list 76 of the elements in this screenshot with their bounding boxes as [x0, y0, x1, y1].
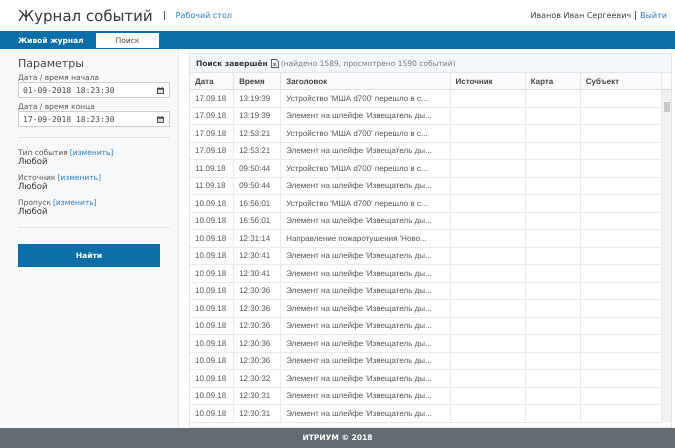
table-cell: Элемент на шлейфе 'Извещатель ды... — [280, 212, 450, 230]
user-name: Иванов Иван Сергеевич — [530, 11, 632, 20]
table-cell: 12:30:36 — [234, 317, 281, 334]
table-cell: 13:19:39 — [234, 107, 281, 124]
table-cell: 17.09.18 — [190, 90, 234, 107]
date-field[interactable]: 17-09-2018 18:23:30 — [18, 111, 170, 127]
table-cell: 13:19:39 — [234, 90, 281, 107]
table-cell: 17.09.18 — [190, 124, 234, 142]
table-cell: 16:56:01 — [234, 194, 281, 212]
logout-link[interactable]: Выйти — [640, 11, 667, 20]
table-cell: Элемент на шлейфе 'Извещатель ды... — [280, 282, 450, 300]
table-cell: 10.09.18 — [190, 264, 234, 282]
date-field[interactable]: 01-09-2018 18:23:30 — [18, 82, 170, 98]
table-cell: 12:30:36 — [234, 352, 281, 370]
table-cell: 12:30:36 — [234, 300, 281, 317]
table-cell: 09:50:44 — [234, 160, 281, 177]
table-cell: 12:30:41 — [234, 264, 281, 282]
column-header[interactable]: Субъект — [580, 73, 662, 90]
table-cell: 09:50:44 — [234, 177, 281, 194]
spreadsheet-icon[interactable] — [270, 58, 279, 68]
calendar-icon[interactable] — [157, 116, 164, 122]
table-cell: 10.09.18 — [190, 387, 234, 404]
table-cell: 17.09.18 — [190, 107, 234, 124]
table-cell: 10.09.18 — [190, 300, 234, 317]
table-cell: 11.09.18 — [190, 177, 234, 194]
desktop-link[interactable]: Рабочий стол — [176, 11, 232, 20]
table-cell: 11.09.18 — [190, 160, 234, 177]
table-cell: 10.09.18 — [190, 282, 234, 300]
table-cell: 12:30:36 — [234, 282, 281, 300]
table-cell: Элемент на шлейфе 'Извещатель ды... — [280, 387, 450, 404]
panel-title: Параметры — [18, 57, 85, 70]
calendar-icon[interactable] — [157, 86, 164, 94]
table-cell: 12:30:31 — [234, 404, 281, 422]
table-cell: Элемент на шлейфе 'Извещатель ды... — [280, 334, 450, 352]
filter-value: Любой — [18, 207, 49, 217]
page-title: Журнал событий — [18, 6, 153, 24]
table-cell: Элемент на шлейфе 'Извещатель ды... — [280, 177, 450, 194]
table-cell: 17.09.18 — [190, 142, 234, 160]
table-cell: 12:30:41 — [234, 247, 281, 264]
filter-value: Любой — [18, 157, 49, 167]
table-cell: Направление пожаротушения 'Ново... — [280, 230, 450, 247]
column-header[interactable]: Заголовок — [280, 73, 450, 90]
table-cell: Элемент на шлейфе 'Извещатель ды... — [280, 142, 450, 160]
table-cell: Устройство 'МША d700' перешло в с... — [280, 160, 450, 177]
table-cell: 12:30:31 — [234, 387, 281, 404]
column-header[interactable]: Источник — [450, 73, 526, 90]
column-header[interactable]: Карта — [525, 73, 580, 90]
table-cell: 10.09.18 — [190, 230, 234, 247]
table-cell: 10.09.18 — [190, 247, 234, 264]
table-cell: 12:53:21 — [234, 124, 281, 142]
table-cell: Элемент на шлейфе 'Извещатель ды... — [280, 370, 450, 387]
table-cell: 12:30:36 — [234, 334, 281, 352]
table-cell: Элемент на шлейфе 'Извещатель ды... — [280, 352, 450, 370]
table-cell: Элемент на шлейфе 'Извещатель ды... — [280, 264, 450, 282]
table-cell: 12:30:32 — [234, 370, 281, 387]
table-cell: 12:53:21 — [234, 142, 281, 160]
table-cell: Элемент на шлейфе 'Извещатель ды... — [280, 317, 450, 334]
table-cell: Устройство 'МША d700' перешло в с... — [280, 124, 450, 142]
column-header[interactable]: Время — [234, 73, 281, 90]
table-cell: 12:31:14 — [234, 230, 281, 247]
table-cell: Элемент на шлейфе 'Извещатель ды... — [280, 107, 450, 124]
table-cell: 10.09.18 — [190, 212, 234, 230]
filter-value: Любой — [18, 182, 49, 192]
table-cell: 10.09.18 — [190, 404, 234, 422]
table-cell: Устройство 'МША d700' перешло в с... — [280, 90, 450, 107]
table-cell: Элемент на шлейфе 'Извещатель ды... — [280, 300, 450, 317]
table-cell: Устройство 'МША d700' перешло в с... — [280, 194, 450, 212]
table-cell: 10.09.18 — [190, 317, 234, 334]
column-header[interactable]: Дата — [190, 73, 234, 90]
table-cell: Элемент на шлейфе 'Извещатель ды... — [280, 404, 450, 422]
table-cell: 10.09.18 — [190, 194, 234, 212]
table-cell: 16:56:01 — [234, 212, 281, 230]
table-cell: 10.09.18 — [190, 334, 234, 352]
table-cell: 10.09.18 — [190, 352, 234, 370]
table-cell: Элемент на шлейфе 'Извещатель ды... — [280, 247, 450, 264]
table-cell: 10.09.18 — [190, 370, 234, 387]
